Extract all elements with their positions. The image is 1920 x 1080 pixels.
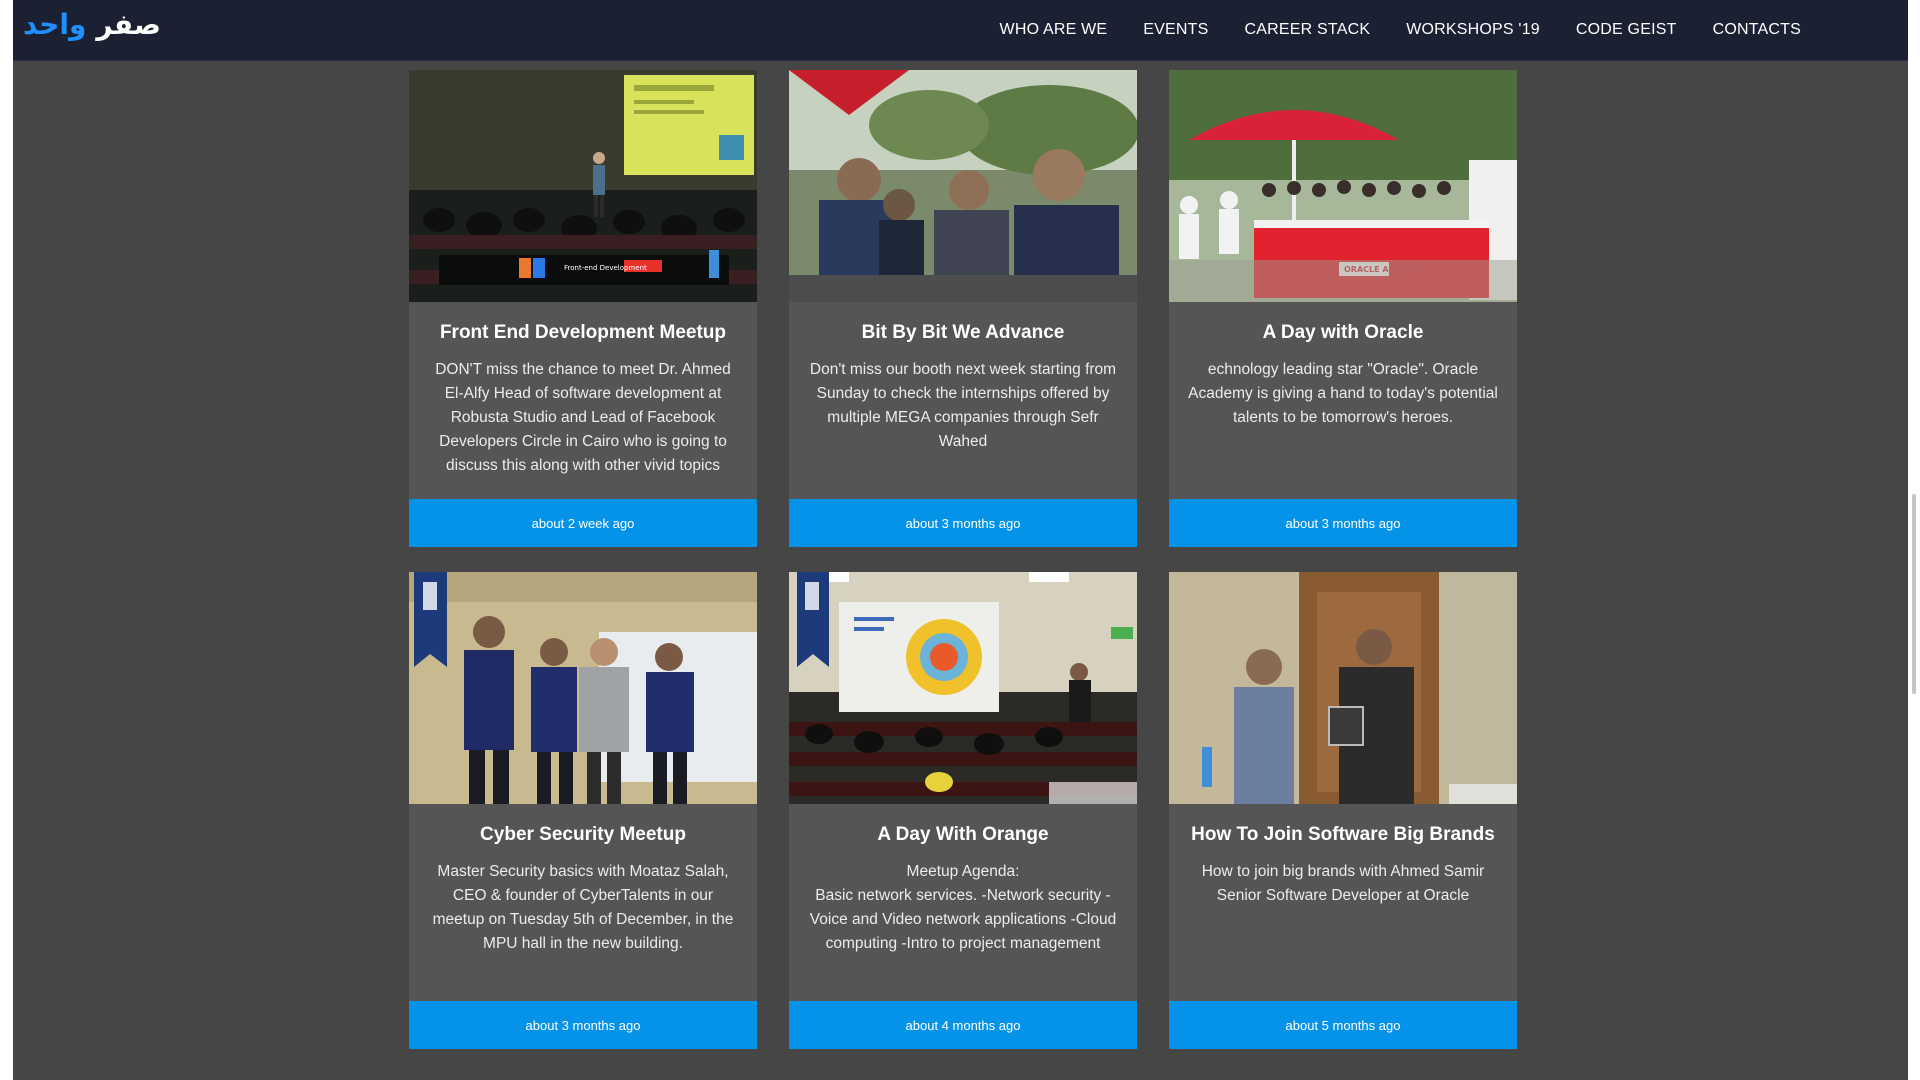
nav-events[interactable]: EVENTS xyxy=(1143,21,1208,39)
event-title: A Day With Orange xyxy=(877,824,1049,845)
event-time-button[interactable]: about 5 months ago xyxy=(1169,1001,1517,1049)
logo-word-wahed: واحد xyxy=(23,8,87,41)
event-card: How To Join Software Big Brands How to j… xyxy=(1169,572,1517,1049)
logo-word-sefr: صفر xyxy=(96,8,161,41)
event-time-button[interactable]: about 3 months ago xyxy=(789,499,1137,547)
event-time-button[interactable]: about 3 months ago xyxy=(409,1001,757,1049)
event-description: DON'T miss the chance to meet Dr. Ahmed … xyxy=(435,361,731,474)
event-photo-day-with-oracle[interactable]: ORACLE ACADEMY xyxy=(1169,70,1517,302)
event-photo-cyber-security[interactable] xyxy=(409,572,757,804)
top-navbar: واحد صفر WHO ARE WE EVENTS CAREER STACK … xyxy=(13,0,1908,61)
event-card: Front-end Development Front End Developm… xyxy=(409,70,757,547)
event-description: Don't miss our booth next week starting … xyxy=(809,361,1117,450)
event-photo-day-with-orange[interactable] xyxy=(789,572,1137,804)
nav-workshops[interactable]: WORKSHOPS '19 xyxy=(1406,21,1540,39)
event-card: Bit By Bit We Advance Don't miss our boo… xyxy=(789,70,1137,547)
event-title: Front End Development Meetup xyxy=(439,322,727,343)
page-viewport: واحد صفر WHO ARE WE EVENTS CAREER STACK … xyxy=(13,0,1908,1080)
event-time-button[interactable]: about 2 week ago xyxy=(409,499,757,547)
nav-contacts[interactable]: CONTACTS xyxy=(1713,21,1801,39)
photo-caption-front-end: Front-end Development xyxy=(564,264,647,272)
nav-who-are-we[interactable]: WHO ARE WE xyxy=(1000,21,1108,39)
site-logo[interactable]: واحد صفر xyxy=(23,8,161,41)
page-scrollbar[interactable] xyxy=(1908,0,1920,1080)
event-card: Cyber Security Meetup Master Security ba… xyxy=(409,572,757,1049)
event-time-button[interactable]: about 3 months ago xyxy=(1169,499,1517,547)
event-title: How To Join Software Big Brands xyxy=(1191,824,1495,845)
event-time-button[interactable]: about 4 months ago xyxy=(789,1001,1137,1049)
event-description: echnology leading star "Oracle". Oracle … xyxy=(1188,361,1498,426)
event-title: Bit By Bit We Advance xyxy=(861,322,1065,343)
event-photo-bit-by-bit[interactable] xyxy=(789,70,1137,302)
scrollbar-thumb[interactable] xyxy=(1912,494,1916,694)
event-photo-big-brands[interactable] xyxy=(1169,572,1517,804)
event-photo-front-end-meetup[interactable]: Front-end Development xyxy=(409,70,757,302)
event-description: Master Security basics with Moataz Salah… xyxy=(432,863,734,952)
event-title: A Day with Oracle xyxy=(1262,322,1424,343)
event-card: A Day With Orange Meetup Agenda: Basic n… xyxy=(789,572,1137,1049)
event-card: ORACLE ACADEMY A Day with Oracle echnolo… xyxy=(1169,70,1517,547)
nav-code-geist[interactable]: CODE GEIST xyxy=(1576,21,1677,39)
nav-career-stack[interactable]: CAREER STACK xyxy=(1245,21,1371,39)
event-description: Meetup Agenda: Basic network services. -… xyxy=(809,863,1117,952)
event-title: Cyber Security Meetup xyxy=(480,824,686,845)
page-left-margin xyxy=(0,0,13,1080)
nav-links: WHO ARE WE EVENTS CAREER STACK WORKSHOPS… xyxy=(1000,0,1801,60)
event-description: How to join big brands with Ahmed Samir … xyxy=(1201,863,1485,904)
